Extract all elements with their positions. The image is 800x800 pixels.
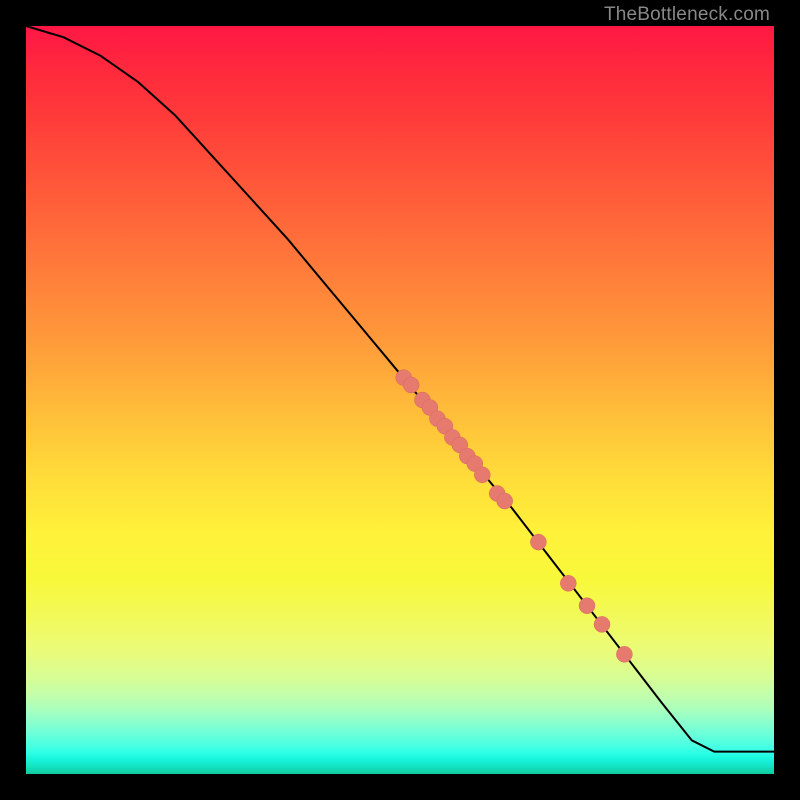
- data-point: [497, 493, 513, 509]
- data-point: [579, 598, 595, 614]
- curve-path: [26, 26, 774, 752]
- chart-stage: TheBottleneck.com: [0, 0, 800, 800]
- dots-group: [396, 370, 633, 663]
- data-point: [616, 646, 632, 662]
- chart-svg: [26, 26, 774, 774]
- data-point: [530, 534, 546, 550]
- plot-area: [26, 26, 774, 774]
- data-point: [403, 377, 419, 393]
- data-point: [560, 575, 576, 591]
- data-point: [594, 616, 610, 632]
- data-point: [474, 467, 490, 483]
- watermark-text: TheBottleneck.com: [604, 4, 770, 26]
